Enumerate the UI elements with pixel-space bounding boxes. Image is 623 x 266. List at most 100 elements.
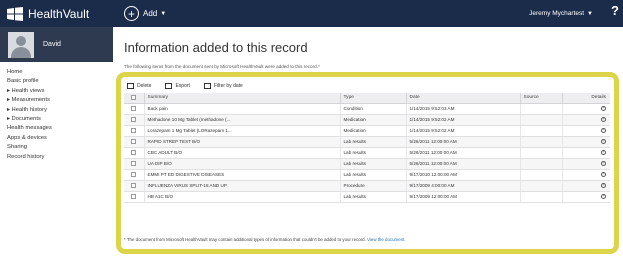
- checkbox[interactable]: [131, 117, 137, 123]
- row-details[interactable]: ›: [562, 191, 610, 203]
- details-icon[interactable]: ›: [601, 117, 606, 123]
- column-header-summary[interactable]: Summary: [144, 93, 341, 104]
- records-table: Summary Type Date Source Details Back pa…: [124, 93, 610, 203]
- help-icon[interactable]: ?: [611, 3, 619, 18]
- row-type: Condition: [340, 103, 407, 115]
- row-details[interactable]: ›: [562, 158, 610, 170]
- checkbox[interactable]: [131, 172, 137, 178]
- checkbox[interactable]: [131, 139, 137, 145]
- calendar-icon: [203, 83, 211, 89]
- row-checkbox[interactable]: [124, 147, 145, 159]
- row-details[interactable]: ›: [562, 125, 610, 137]
- table-row[interactable]: INFLUENZA VIRUS SPLIT-18 AND UP Procedure…: [124, 180, 610, 192]
- table-header-row: Summary Type Date Source Details: [124, 93, 610, 104]
- details-icon[interactable]: ›: [601, 150, 606, 156]
- sidebar-item-health-history[interactable]: ▸ Health history: [7, 106, 111, 115]
- footnote-text: * The document from Microsoft HealthVaul…: [124, 237, 366, 242]
- delete-label: Delete: [137, 83, 152, 89]
- row-summary: INFLUENZA VIRUS SPLIT-18 AND UP: [144, 180, 341, 192]
- checkbox[interactable]: [131, 150, 137, 156]
- sidebar-item-basic-profile[interactable]: Basic profile: [7, 77, 111, 86]
- table-row[interactable]: HB A1C B/O Lab results 9/17/2009 12:00:00 …: [124, 191, 610, 203]
- main-content: Information added to this record The fol…: [113, 27, 623, 266]
- details-icon[interactable]: ›: [601, 172, 606, 178]
- details-icon[interactable]: ›: [601, 194, 606, 200]
- intro-text: The following items from the document se…: [124, 64, 320, 69]
- delete-icon: [127, 83, 134, 89]
- sidebar-item-measurements[interactable]: ▸ Measurements: [7, 96, 111, 105]
- row-date: 1/14/2015 9:52:02 AM: [406, 125, 521, 137]
- row-details[interactable]: ›: [562, 114, 610, 126]
- sidebar-nav: Home Basic profile ▸ Health views ▸ Meas…: [7, 68, 111, 162]
- table-row[interactable]: RAPID STREP TEST B/O Lab results 5/26/2011…: [124, 136, 610, 148]
- table-row[interactable]: EMMI PT ED DIGESTIVE DISEASES Lab results…: [124, 169, 610, 181]
- sidebar-item-documents[interactable]: ▸ Documents: [7, 115, 111, 124]
- row-details[interactable]: ›: [562, 136, 610, 148]
- table-row[interactable]: Methadone 10 Mg Tablet (methadone (... Me…: [124, 114, 610, 126]
- avatar-icon: [8, 31, 34, 58]
- row-checkbox[interactable]: [124, 158, 145, 170]
- checkbox[interactable]: [131, 106, 137, 112]
- export-icon: [165, 83, 173, 89]
- delete-button[interactable]: Delete: [127, 83, 151, 89]
- details-icon[interactable]: ›: [601, 183, 606, 189]
- row-details[interactable]: ›: [562, 147, 610, 159]
- table-row[interactable]: Lorazepam 1 Mg Tablet (LORazepam 1... Med…: [124, 125, 610, 137]
- row-checkbox[interactable]: [124, 191, 145, 203]
- row-type: Lab results: [340, 158, 407, 170]
- column-header-date[interactable]: Date: [406, 93, 521, 104]
- row-date: 9/17/2009 12:00:00 AM: [406, 191, 521, 203]
- row-checkbox[interactable]: [124, 103, 145, 115]
- row-date: 5/26/2011 12:00:00 AM: [406, 158, 521, 170]
- sidebar-item-sharing[interactable]: Sharing: [7, 143, 111, 152]
- row-checkbox[interactable]: [124, 114, 145, 126]
- chevron-down-icon: ▼: [587, 10, 593, 17]
- filter-by-date-button[interactable]: Filter by date: [203, 83, 243, 89]
- select-all-checkbox[interactable]: [124, 93, 145, 104]
- row-type: Medication: [340, 114, 407, 126]
- row-source: [520, 169, 563, 181]
- checkbox[interactable]: [131, 128, 137, 134]
- row-source: [520, 180, 563, 192]
- table-row[interactable]: UA DIP B/O Lab results 5/26/2011 12:00:00 …: [124, 158, 610, 170]
- row-checkbox[interactable]: [124, 169, 145, 181]
- details-icon[interactable]: ›: [601, 161, 606, 167]
- windows-icon: [7, 6, 23, 21]
- sidebar-item-health-messages[interactable]: Health messages: [7, 124, 111, 133]
- sidebar-item-home[interactable]: Home: [7, 68, 111, 77]
- column-header-type[interactable]: Type: [340, 93, 407, 104]
- add-button[interactable]: + Add ▼: [124, 0, 166, 27]
- row-summary: CBC ADULT B/O: [144, 147, 341, 159]
- sidebar-item-health-views[interactable]: ▸ Health views: [7, 87, 111, 96]
- view-document-link[interactable]: View the document.: [367, 237, 405, 242]
- row-date: 5/26/2011 12:00:00 AM: [406, 147, 521, 159]
- table-toolbar: Delete Export Filter by date: [127, 81, 257, 91]
- sidebar-item-record-history[interactable]: Record history: [7, 153, 111, 162]
- table-row[interactable]: CBC ADULT B/O Lab results 5/26/2011 12:00:…: [124, 147, 610, 159]
- row-details[interactable]: ›: [562, 180, 610, 192]
- row-summary: Methadone 10 Mg Tablet (methadone (...: [144, 114, 341, 126]
- details-icon[interactable]: ›: [601, 139, 606, 145]
- row-type: Lab results: [340, 169, 407, 181]
- row-checkbox[interactable]: [124, 180, 145, 192]
- export-button[interactable]: Export: [165, 83, 190, 89]
- top-bar: HealthVault + Add ▼ Jeremy Mychartest ▼ …: [0, 0, 623, 27]
- row-checkbox[interactable]: [124, 125, 145, 137]
- profile-name: David: [43, 41, 61, 48]
- row-details[interactable]: ›: [562, 103, 610, 115]
- sidebar-item-apps-devices[interactable]: Apps & devices: [7, 134, 111, 143]
- checkbox[interactable]: [131, 194, 137, 200]
- details-icon[interactable]: ›: [601, 106, 606, 112]
- column-header-source[interactable]: Source: [520, 93, 563, 104]
- brand[interactable]: HealthVault: [6, 0, 89, 27]
- table-row[interactable]: Back pain Condition 1/14/2015 9:52:03 AM ›: [124, 103, 610, 115]
- checkbox[interactable]: [131, 183, 137, 189]
- details-icon[interactable]: ›: [601, 128, 606, 134]
- profile-header[interactable]: David: [0, 27, 113, 62]
- checkbox[interactable]: [131, 161, 137, 167]
- filter-label: Filter by date: [213, 83, 243, 89]
- row-checkbox[interactable]: [124, 136, 145, 148]
- row-summary: HB A1C B/O: [144, 191, 341, 203]
- row-details[interactable]: ›: [562, 169, 610, 181]
- user-menu[interactable]: Jeremy Mychartest ▼: [529, 0, 593, 27]
